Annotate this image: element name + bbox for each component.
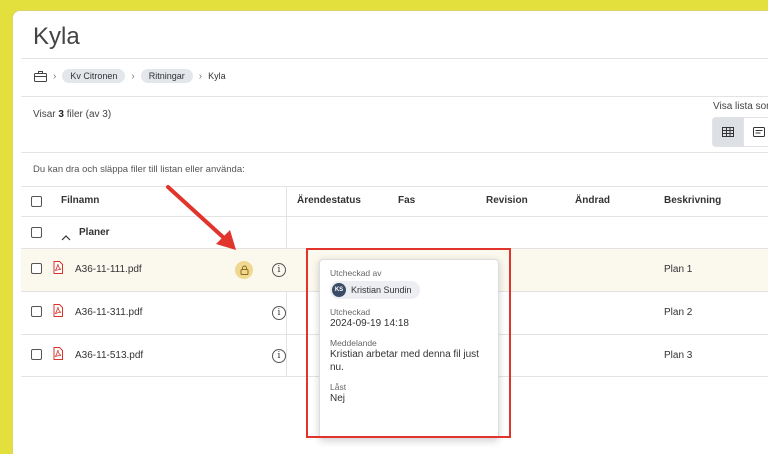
view-toggle — [712, 117, 768, 147]
file-description: Plan 2 — [664, 307, 693, 318]
table-view-button[interactable] — [713, 118, 743, 146]
group-checkbox[interactable] — [31, 227, 42, 238]
info-icon[interactable]: i — [272, 306, 286, 320]
lock-icon[interactable] — [235, 261, 253, 279]
group-label: Planer — [79, 227, 110, 238]
list-icon — [752, 127, 765, 137]
file-count: Visar 3 filer (av 3) — [33, 109, 112, 120]
table-icon — [722, 127, 734, 137]
group-row: Planer — [21, 218, 768, 248]
info-icon[interactable]: i — [272, 263, 286, 277]
file-name[interactable]: A36-11-513.pdf — [75, 350, 143, 361]
divider — [21, 216, 768, 217]
pdf-icon — [53, 261, 63, 279]
file-name[interactable]: A36-11-311.pdf — [75, 307, 142, 318]
breadcrumb-item[interactable]: Kv Citronen — [62, 69, 126, 83]
view-label: Visa lista som — [713, 101, 768, 112]
select-all-checkbox[interactable] — [31, 196, 42, 207]
row-checkbox[interactable] — [31, 306, 42, 317]
highlight-box — [306, 248, 511, 438]
breadcrumb-current: Kyla — [208, 71, 226, 81]
chevron-right-icon: › — [198, 70, 203, 82]
column-header[interactable]: Fas — [398, 195, 415, 206]
chevron-right-icon: › — [131, 70, 135, 82]
row-checkbox[interactable] — [31, 263, 42, 274]
column-header[interactable]: Revision — [486, 195, 528, 206]
file-name[interactable]: A36-11-111.pdf — [75, 264, 142, 275]
column-header[interactable]: Ärendestatus — [297, 195, 361, 206]
breadcrumb-item[interactable]: Ritningar — [140, 69, 193, 83]
list-view-button[interactable] — [743, 118, 768, 146]
row-checkbox[interactable] — [31, 349, 42, 360]
briefcase-icon[interactable] — [33, 69, 47, 83]
pdf-icon — [53, 304, 63, 322]
column-header[interactable]: Ändrad — [575, 195, 610, 206]
divider — [21, 96, 768, 97]
column-header[interactable]: Filnamn — [61, 195, 99, 206]
divider — [21, 58, 768, 59]
file-description: Plan 3 — [664, 350, 693, 361]
pdf-icon — [53, 347, 63, 365]
breadcrumb: › Kv Citronen › Ritningar › Kyla — [33, 67, 226, 85]
table-header: Filnamn Ärendestatus Fas Revision Ändrad… — [21, 186, 768, 216]
info-icon[interactable]: i — [272, 349, 286, 363]
file-description: Plan 1 — [664, 264, 693, 275]
column-header[interactable]: Beskrivning — [664, 195, 721, 206]
chevron-right-icon: › — [53, 70, 57, 82]
drop-hint: Du kan dra och släppa filer till listan … — [33, 164, 245, 175]
page-title: Kyla — [33, 23, 80, 50]
chevron-up-icon[interactable] — [61, 228, 71, 246]
divider — [21, 152, 768, 153]
